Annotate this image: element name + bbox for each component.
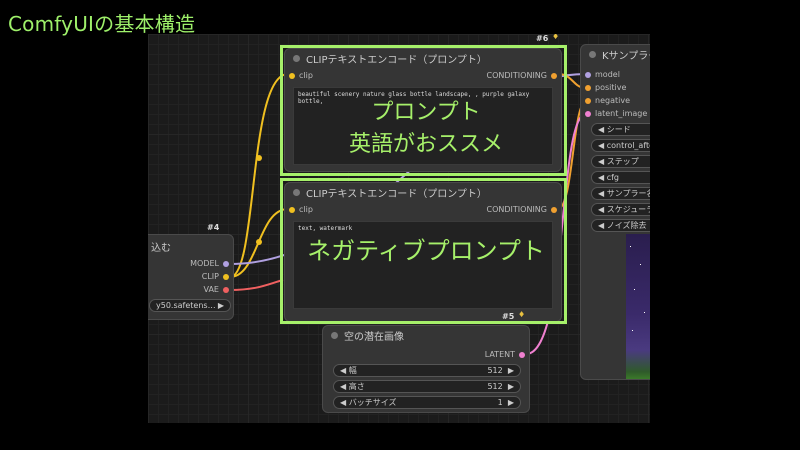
output-label: MODEL [190, 259, 219, 268]
arrow-right-icon[interactable]: ▶ [508, 398, 514, 407]
seed-widget[interactable]: ◀ シード [591, 123, 650, 136]
output-model[interactable]: MODEL [190, 259, 229, 268]
input-dot[interactable] [585, 97, 591, 104]
steps-widget[interactable]: ◀ ステップ [591, 155, 650, 168]
checkpoint-loader-node[interactable]: #4 込む MODEL CLIP VAE y50.safetens… ▶ [148, 223, 234, 320]
output-dot[interactable] [519, 351, 525, 358]
widget-label: サンプラー名 [606, 189, 650, 198]
star-decor [640, 264, 641, 265]
denoise-widget[interactable]: ◀ ノイズ除去 [591, 219, 650, 232]
wire-reroute-dot [256, 239, 262, 245]
output-dot[interactable] [223, 286, 229, 293]
output-dot[interactable] [223, 273, 229, 280]
scheduler-widget[interactable]: ◀ スケジューラ [591, 203, 650, 216]
input-dot[interactable] [585, 110, 591, 117]
collapse-dot-icon[interactable] [589, 50, 596, 58]
widget-label: 幅 [348, 366, 357, 375]
arrow-right-icon[interactable]: ▶ [218, 301, 224, 310]
wire-vae [229, 279, 284, 291]
widget-label: シード [606, 125, 631, 134]
width-widget[interactable]: ◀ 幅 512 ▶ [333, 364, 521, 377]
slide-title: ComfyUIの基本構造 [8, 12, 196, 36]
collapse-dot-icon[interactable] [331, 331, 338, 339]
widget-value: 512 [487, 382, 503, 391]
arrow-left-icon[interactable]: ◀ [598, 157, 604, 166]
widget-label: スケジューラ [606, 205, 650, 214]
batch-size-widget[interactable]: ◀ バッチサイズ 1 ▶ [333, 396, 521, 409]
widget-label: バッチサイズ [348, 398, 397, 407]
node-title: 空の潜在画像 [344, 331, 404, 343]
input-negative[interactable]: negative [585, 96, 630, 105]
widget-value: 512 [487, 366, 503, 375]
input-label: negative [595, 96, 630, 105]
height-widget[interactable]: ◀ 高さ 512 ▶ [333, 380, 521, 393]
arrow-left-icon[interactable]: ◀ [598, 221, 604, 230]
star-decor [632, 330, 633, 331]
node-header[interactable]: Kサンプラー [581, 45, 650, 63]
control-after-generate-widget[interactable]: ◀ control_after_ [591, 139, 650, 152]
widget-label: control_after_ [606, 141, 650, 150]
input-latent-image[interactable]: latent_image [585, 109, 647, 118]
star-decor [644, 312, 645, 313]
node-id-badge: #4 [207, 223, 220, 232]
ckpt-name-value: y50.safetens… [156, 301, 216, 310]
widget-label: ステップ [606, 157, 639, 166]
ckpt-name-select[interactable]: y50.safetens… ▶ [149, 299, 231, 312]
wire-reroute-dot [256, 155, 262, 161]
star-decor [630, 246, 631, 247]
output-clip[interactable]: CLIP [202, 272, 229, 281]
input-positive[interactable]: positive [585, 83, 626, 92]
annotation-positive-line2: 英語がおススメ [348, 132, 503, 157]
output-label: LATENT [484, 350, 515, 359]
arrow-left-icon[interactable]: ◀ [340, 382, 346, 391]
input-dot[interactable] [585, 84, 591, 91]
output-label: CLIP [201, 272, 219, 281]
output-label: VAE [203, 285, 220, 294]
annotation-negative: ネガティブプロンプト [307, 237, 545, 265]
widget-label: cfg [606, 173, 619, 182]
arrow-right-icon[interactable]: ▶ [508, 366, 514, 375]
output-latent[interactable]: LATENT [485, 350, 525, 359]
node-flag-icon: ♦ [552, 34, 560, 41]
input-dot[interactable] [585, 71, 591, 78]
empty-latent-image-node[interactable]: 空の潜在画像 LATENT ◀ 幅 512 ▶ ◀ 高さ 512 ▶ ◀ バッチ… [322, 325, 530, 413]
arrow-left-icon[interactable]: ◀ [340, 398, 346, 407]
cfg-widget[interactable]: ◀ cfg [591, 171, 650, 184]
input-label: latent_image [595, 109, 648, 118]
star-decor [634, 289, 635, 290]
node-header[interactable]: 空の潜在画像 [323, 326, 529, 344]
output-vae[interactable]: VAE [203, 285, 229, 294]
input-label: positive [595, 83, 627, 92]
sampler-name-widget[interactable]: ◀ サンプラー名 [591, 187, 650, 200]
widget-value: 1 [497, 398, 503, 407]
output-image-preview [626, 234, 650, 379]
arrow-left-icon[interactable]: ◀ [598, 189, 604, 198]
input-model[interactable]: model [585, 70, 620, 79]
output-dot[interactable] [223, 260, 229, 267]
arrow-left-icon[interactable]: ◀ [598, 125, 604, 134]
arrow-right-icon[interactable]: ▶ [508, 382, 514, 391]
node-id-badge: #6 [536, 34, 549, 43]
node-title: 込む [151, 243, 171, 254]
arrow-left-icon[interactable]: ◀ [598, 205, 604, 214]
node-title: Kサンプラー [602, 50, 650, 62]
arrow-left-icon[interactable]: ◀ [340, 366, 346, 375]
widget-label: 高さ [348, 382, 365, 391]
arrow-left-icon[interactable]: ◀ [598, 173, 604, 182]
input-label: model [595, 70, 620, 79]
arrow-left-icon[interactable]: ◀ [598, 141, 604, 150]
node-canvas[interactable]: #4 込む MODEL CLIP VAE y50.safetens… ▶ CLI… [148, 34, 650, 423]
annotation-positive-line1: プロンプト [371, 100, 481, 125]
widget-label: ノイズ除去 [606, 221, 647, 230]
